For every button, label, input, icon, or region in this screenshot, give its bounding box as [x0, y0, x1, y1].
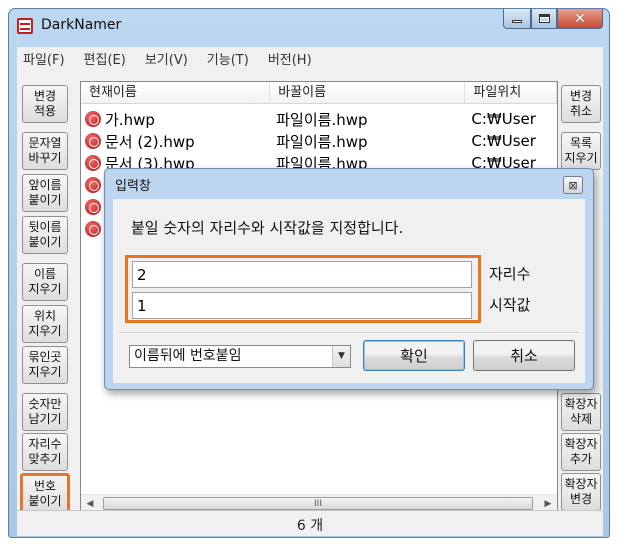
change-extension-button[interactable]: 확장자 변경 [561, 473, 601, 511]
table-row[interactable]: 가.hwp 파일이름.hwp C:₩User [81, 108, 557, 130]
hwp-file-icon [85, 155, 101, 171]
chevron-down-icon[interactable]: ▼ [332, 346, 350, 367]
hwp-file-icon [85, 221, 101, 237]
window-title: DarkNamer [41, 17, 122, 33]
digits-input[interactable] [132, 261, 472, 288]
apply-change-button[interactable]: 변경 적용 [22, 85, 68, 123]
hwp-file-icon [85, 133, 101, 149]
add-number-button[interactable]: 번호 붙이기 [20, 473, 70, 515]
input-dialog: 입력창 ⊠ 붙일 숫자의 자리수와 시작값을 지정합니다. 자리수 시작값 이름… [104, 168, 594, 390]
cancel-change-button[interactable]: 변경 취소 [561, 85, 601, 123]
caption-buttons: ✕ [503, 9, 603, 29]
delete-brackets-button[interactable]: 묶인곳 지우기 [22, 346, 68, 384]
location-cell: C:₩User [471, 132, 536, 150]
menu-version[interactable]: 버전(H) [268, 49, 312, 68]
cancel-button[interactable]: 취소 [473, 340, 575, 371]
dialog-close-button[interactable]: ⊠ [563, 176, 583, 194]
prepend-name-button[interactable]: 앞이름 붙이기 [22, 174, 68, 212]
pad-digits-button[interactable]: 자리수 맞추기 [22, 433, 68, 471]
scroll-thumb[interactable]: III [103, 497, 533, 510]
file-count: 6 개 [296, 518, 324, 534]
table-row[interactable]: 문서 (2).hwp 파일이름.hwp C:₩User [81, 130, 557, 152]
menu-bar: 파일(F) 편집(E) 보기(V) 기능(T) 버전(H) [17, 47, 603, 69]
title-bar[interactable]: DarkNamer ✕ [9, 9, 609, 43]
delete-position-button[interactable]: 위치 지우기 [22, 305, 68, 343]
input-highlight [125, 255, 481, 323]
start-value-input[interactable] [132, 292, 472, 319]
current-name-cell: 문서 (2).hwp [105, 132, 195, 151]
digits-label: 자리수 [489, 265, 531, 283]
column-new-name[interactable]: 바꿀이름 [270, 82, 466, 104]
menu-tools[interactable]: 기능(T) [207, 49, 249, 68]
minimize-icon [512, 20, 522, 23]
close-button[interactable]: ✕ [557, 9, 603, 29]
replace-string-button[interactable]: 문자열 바꾸기 [22, 132, 68, 170]
clear-list-button[interactable]: 목록 지우기 [561, 132, 601, 170]
status-bar: 6 개 [17, 510, 603, 536]
append-name-button[interactable]: 뒷이름 붙이기 [22, 216, 68, 254]
current-name-cell: 가.hwp [105, 110, 155, 129]
hwp-file-icon [85, 199, 101, 215]
column-location[interactable]: 파일위치 [465, 82, 557, 104]
delete-name-button[interactable]: 이름 지우기 [22, 263, 68, 301]
numbering-mode-value: 이름뒤에 번호붙임 [134, 348, 242, 364]
dialog-message: 붙일 숫자의 자리수와 시작값을 지정합니다. [131, 219, 404, 237]
new-name-cell: 파일이름.hwp [276, 110, 368, 129]
close-icon: ✕ [574, 10, 586, 27]
start-value-label: 시작값 [489, 296, 531, 314]
menu-view[interactable]: 보기(V) [145, 49, 188, 68]
dialog-title: 입력창 [115, 179, 151, 194]
keep-numbers-button[interactable]: 숫자만 남기기 [22, 393, 68, 431]
minimize-button[interactable] [503, 9, 531, 29]
dialog-separator [119, 332, 579, 334]
add-extension-button[interactable]: 확장자 추가 [561, 433, 601, 471]
close-icon: ⊠ [568, 178, 578, 192]
hwp-file-icon [85, 111, 101, 127]
location-cell: C:₩User [471, 110, 536, 128]
maximize-icon [538, 14, 550, 23]
numbering-mode-select[interactable]: 이름뒤에 번호붙임 ▼ [129, 345, 351, 368]
dialog-body: 붙일 숫자의 자리수와 시작값을 지정합니다. 자리수 시작값 이름뒤에 번호붙… [113, 199, 585, 383]
delete-extension-button[interactable]: 확장자 삭제 [561, 393, 601, 431]
menu-edit[interactable]: 편집(E) [84, 49, 126, 68]
maximize-button[interactable] [531, 9, 557, 29]
column-current-name[interactable]: 현재이름 [81, 82, 271, 104]
ok-button[interactable]: 확인 [363, 340, 465, 371]
app-icon [17, 18, 33, 34]
new-name-cell: 파일이름.hwp [276, 132, 368, 151]
list-header: 현재이름 바꿀이름 파일위치 [81, 82, 557, 104]
hwp-file-icon [85, 177, 101, 193]
menu-file[interactable]: 파일(F) [23, 49, 65, 68]
